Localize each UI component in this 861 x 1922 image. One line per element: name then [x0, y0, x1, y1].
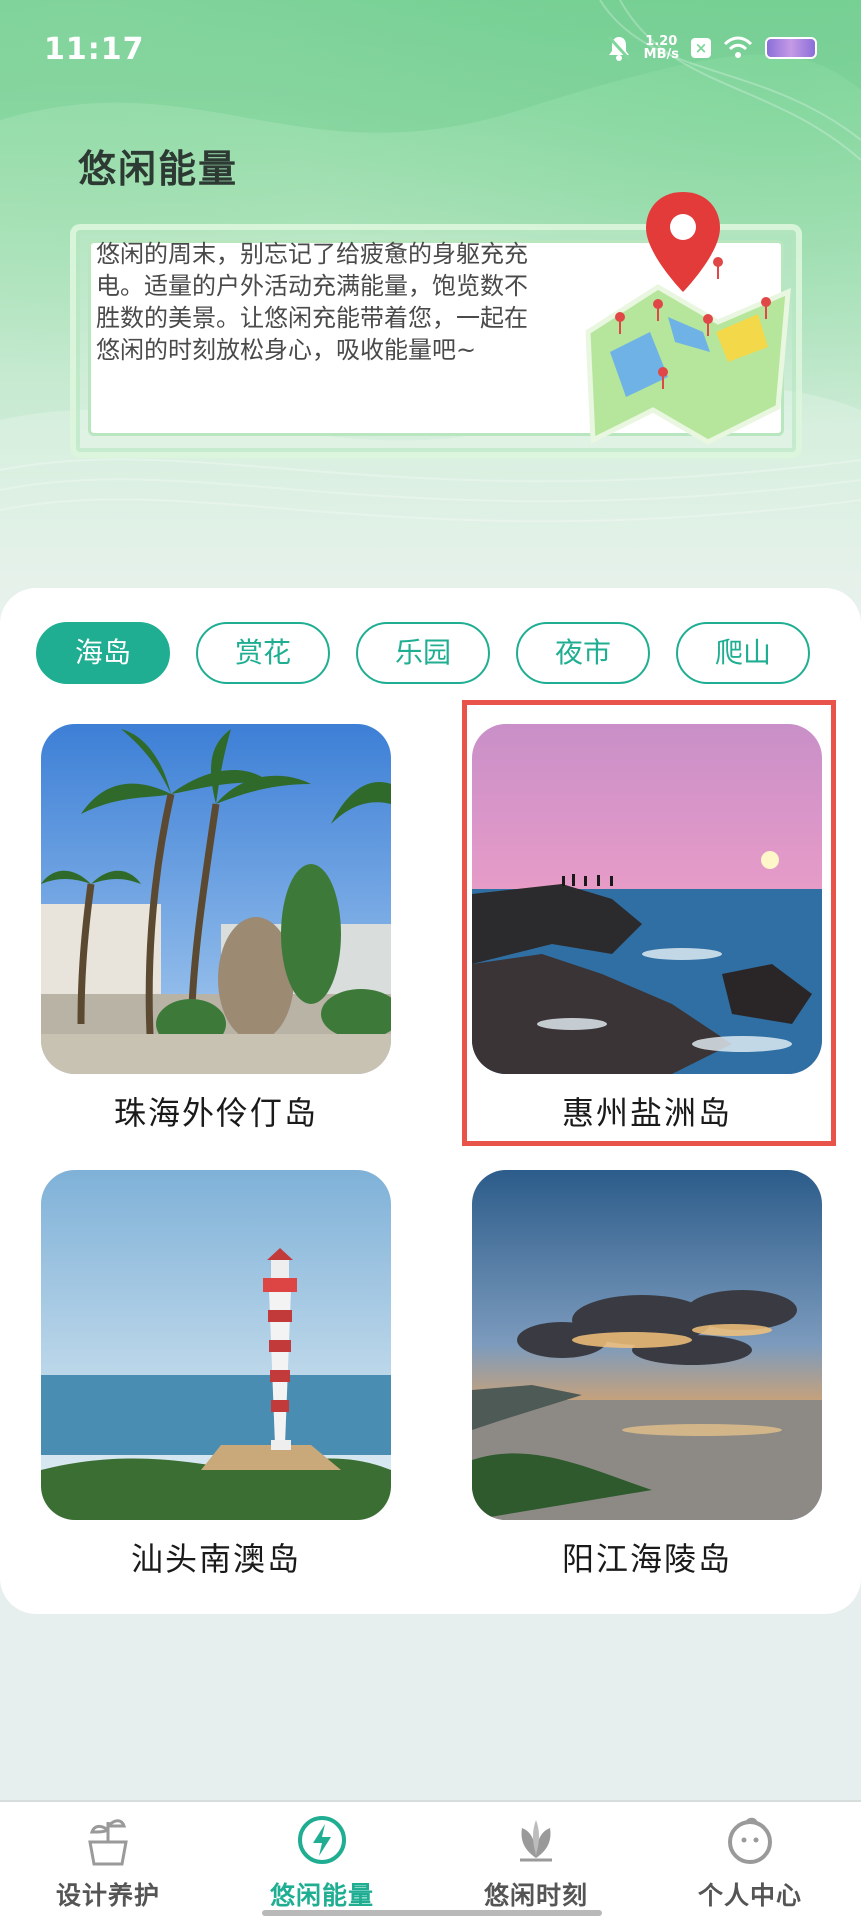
network-speed: 1.20 MB/s — [643, 34, 679, 62]
close-box-icon: × — [691, 38, 711, 58]
nav-item-leisure-energy[interactable]: 悠闲能量 — [232, 1810, 412, 1912]
place-card[interactable]: 惠州盐洲岛 — [472, 724, 822, 1134]
home-indicator — [262, 1910, 602, 1916]
wifi-icon — [723, 36, 753, 58]
nav-item-design-care[interactable]: 设计养护 — [18, 1810, 198, 1912]
nav-item-profile[interactable]: 个人中心 — [660, 1810, 840, 1912]
status-time: 11:17 — [44, 32, 145, 67]
place-card[interactable]: 珠海外伶仃岛 — [41, 724, 391, 1134]
plant-pot-icon — [88, 1819, 128, 1866]
page-title: 悠闲能量 — [78, 147, 239, 191]
place-card[interactable]: 阳江海陵岛 — [472, 1170, 822, 1580]
nav-item-leisure-moment[interactable]: 悠闲时刻 — [446, 1810, 626, 1912]
status-bar: 11:17 1.20 MB/s × — [0, 0, 861, 100]
place-image-cloudy-sunset[interactable] — [472, 1170, 822, 1520]
place-name: 惠州盐洲岛 — [561, 1094, 732, 1132]
leaf-icon — [520, 1820, 552, 1862]
place-image-sunset-coast[interactable] — [472, 724, 822, 1074]
place-name: 汕头南澳岛 — [130, 1540, 301, 1578]
place-name: 阳江海陵岛 — [561, 1540, 732, 1578]
info-description: 悠闲的周末，别忘记了给疲惫的身躯充充电。适量的户外活动充满能量，饱览数不胜数的美… — [96, 240, 528, 364]
place-image-palm-trees[interactable] — [41, 724, 391, 1074]
tab-island[interactable]: 海岛 — [36, 622, 170, 684]
face-icon — [728, 1817, 772, 1864]
battery-icon — [765, 37, 817, 59]
tab-night-market[interactable]: 夜市 — [516, 622, 650, 684]
tab-flowers[interactable]: 赏花 — [196, 622, 330, 684]
tab-park[interactable]: 乐园 — [356, 622, 490, 684]
status-icons: 1.20 MB/s × — [606, 34, 817, 62]
category-tabs: 海岛 赏花 乐园 夜市 爬山 — [36, 622, 810, 684]
place-image-lighthouse[interactable] — [41, 1170, 391, 1520]
tab-hiking[interactable]: 爬山 — [676, 622, 810, 684]
lightning-icon — [298, 1816, 346, 1864]
place-card[interactable]: 汕头南澳岛 — [41, 1170, 391, 1580]
bottom-nav: 设计养护 悠闲能量 悠闲时刻 个人中心 — [0, 1800, 861, 1922]
content-card: 海岛 赏花 乐园 夜市 爬山 珠海外伶仃岛 惠州盐洲岛 汕头南澳岛 阳江海陵岛 — [0, 588, 861, 1614]
bell-muted-icon — [607, 35, 630, 61]
map-pin-illustration-icon — [585, 192, 791, 445]
place-name: 珠海外伶仃岛 — [113, 1094, 318, 1132]
